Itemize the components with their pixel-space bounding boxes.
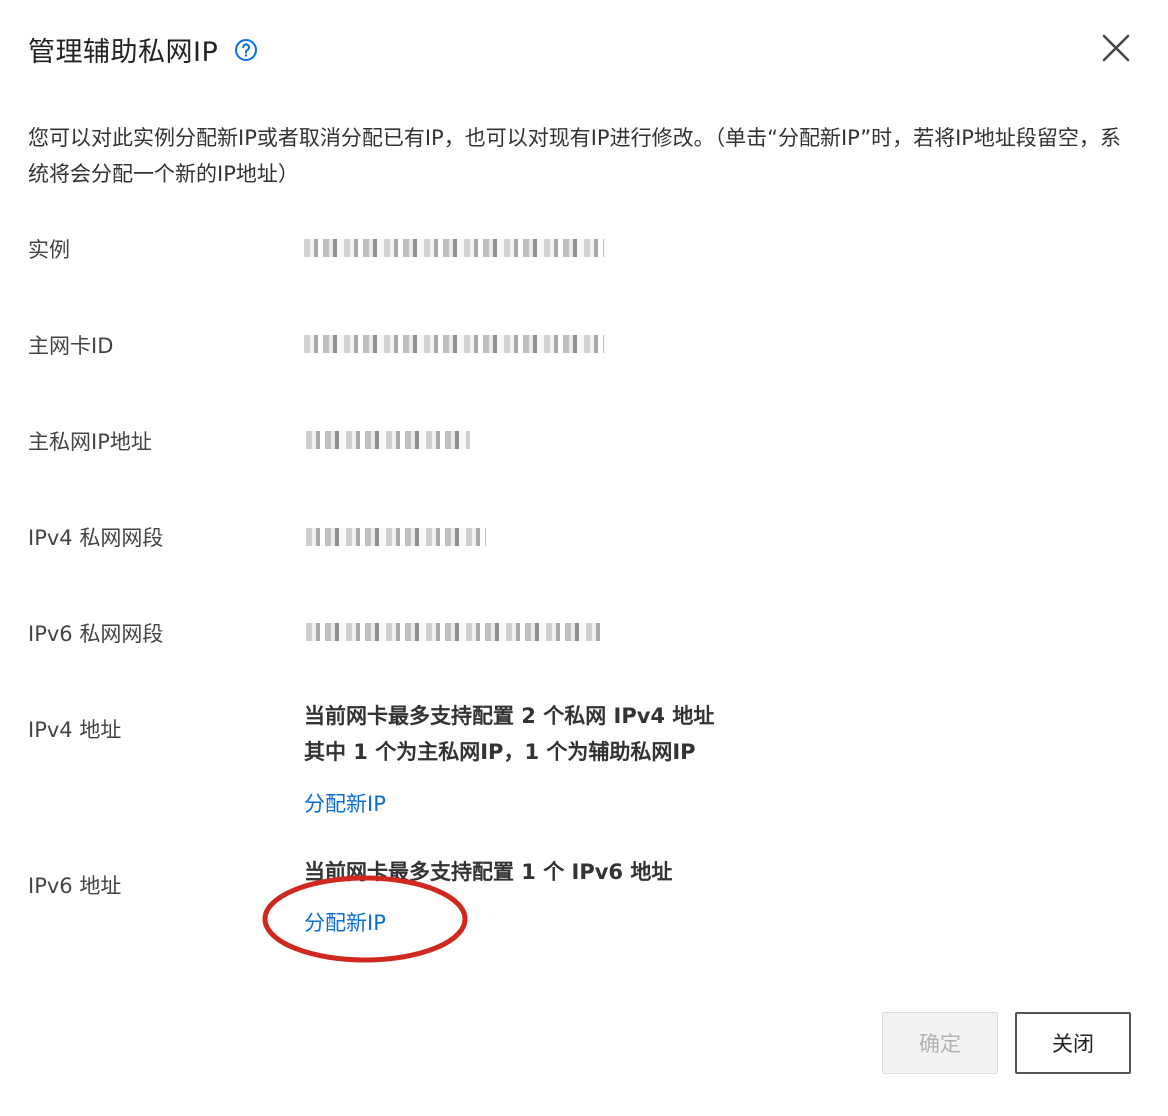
primary-private-ip-label: 主私网IP地址 xyxy=(28,430,152,454)
dialog-title-text: 管理辅助私网IP xyxy=(28,37,219,68)
ipv4-cidr-label: IPv4 私网网段 xyxy=(28,526,164,550)
primary-private-ip-value-redacted xyxy=(306,431,470,449)
close-icon[interactable] xyxy=(1100,32,1132,64)
help-icon[interactable] xyxy=(234,38,258,62)
instance-value-redacted xyxy=(304,239,604,257)
manage-secondary-ip-dialog: 管理辅助私网IP 您可以对此实例分配新IP或者取消分配已有IP，也可以对现有IP… xyxy=(0,0,1168,1116)
ipv4-limit-text: 当前网卡最多支持配置 2 个私网 IPv4 地址 xyxy=(304,704,715,728)
dialog-title: 管理辅助私网IP xyxy=(28,30,258,69)
ipv4-cidr-value-redacted xyxy=(306,528,486,546)
eni-id-value-redacted xyxy=(304,335,604,353)
ipv6-limit-text: 当前网卡最多支持配置 1 个 IPv6 地址 xyxy=(304,860,673,884)
dialog-description: 您可以对此实例分配新IP或者取消分配已有IP，也可以对现有IP进行修改。（单击“… xyxy=(28,126,1121,186)
ipv4-assign-new-ip-link[interactable]: 分配新IP xyxy=(304,788,386,818)
ipv4-breakdown-text: 其中 1 个为主私网IP，1 个为辅助私网IP xyxy=(304,740,696,764)
ipv6-address-label: IPv6 地址 xyxy=(28,874,122,898)
ipv6-cidr-label: IPv6 私网网段 xyxy=(28,622,164,646)
confirm-button[interactable]: 确定 xyxy=(882,1012,998,1074)
ipv6-assign-new-ip-link[interactable]: 分配新IP xyxy=(304,907,386,937)
ipv6-cidr-value-redacted xyxy=(306,623,604,641)
instance-label: 实例 xyxy=(28,238,70,262)
close-button[interactable]: 关闭 xyxy=(1015,1012,1131,1074)
ipv4-address-label: IPv4 地址 xyxy=(28,718,122,742)
eni-id-label: 主网卡ID xyxy=(28,334,114,358)
